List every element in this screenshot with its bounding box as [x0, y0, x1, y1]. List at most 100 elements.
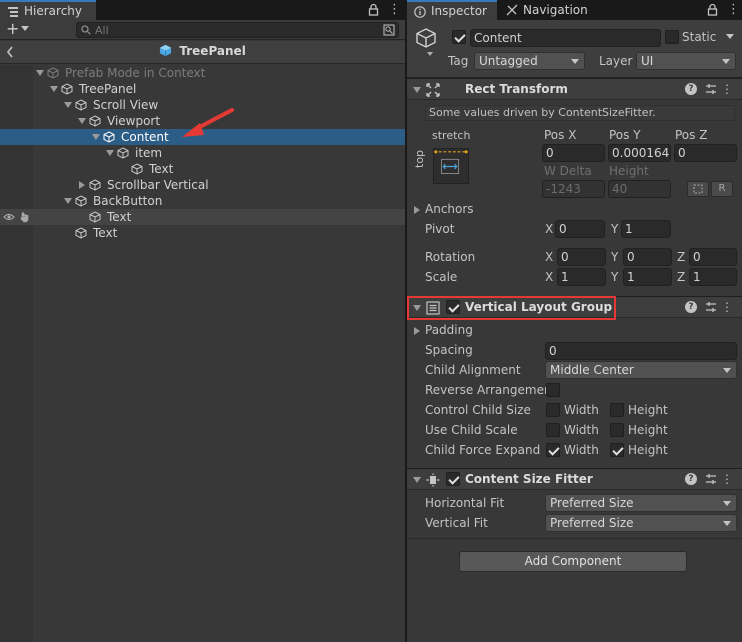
expand-arrow-icon[interactable]: [78, 118, 86, 124]
component-enabled-checkbox[interactable]: [446, 472, 460, 486]
hierarchy-row-backbutton-text[interactable]: Text: [0, 209, 405, 225]
presets-icon[interactable]: [705, 301, 717, 313]
gameobject-icon: [89, 211, 101, 223]
scale-z-field[interactable]: 1: [689, 268, 737, 286]
hierarchy-row-label: Content: [121, 130, 169, 144]
rotation-y-label: Y: [611, 250, 619, 264]
prefab-breadcrumb: TreePanel: [0, 41, 405, 64]
control-child-size-width-checkbox[interactable]: [546, 403, 560, 417]
scale-y-field[interactable]: 1: [623, 268, 672, 286]
static-checkbox[interactable]: [665, 30, 679, 44]
anchors-label[interactable]: Anchors: [425, 202, 474, 216]
expand-arrow-icon[interactable]: [64, 198, 72, 204]
expand-arrow-icon[interactable]: [92, 134, 100, 140]
fold-arrow-icon[interactable]: [413, 477, 421, 483]
use-child-scale-width-checkbox[interactable]: [546, 423, 560, 437]
hierarchy-row-backbutton[interactable]: BackButton: [0, 193, 405, 209]
gameobject-header: Content Static Tag Untagged Layer UI: [407, 20, 742, 78]
more-options-icon[interactable]: ⋮: [727, 2, 740, 17]
use-child-scale-label: Use Child Scale: [425, 423, 518, 437]
control-child-size-height-checkbox[interactable]: [610, 403, 624, 417]
layer-dropdown[interactable]: UI: [636, 52, 736, 70]
blueprint-mode-button[interactable]: [687, 181, 709, 197]
component-menu-icon[interactable]: ⋮: [721, 299, 733, 315]
raw-edit-button[interactable]: R: [711, 181, 733, 197]
anchors-fold-icon[interactable]: [414, 206, 420, 214]
anchor-presets-button[interactable]: [433, 148, 469, 184]
use-child-scale-height-label: Height: [628, 423, 668, 437]
help-icon[interactable]: ?: [685, 301, 697, 313]
use-child-scale-height-checkbox[interactable]: [610, 423, 624, 437]
lock-icon[interactable]: [368, 3, 379, 16]
add-object-dropdown-icon[interactable]: [21, 26, 29, 31]
tag-dropdown[interactable]: Untagged: [474, 52, 585, 70]
tab-inspector[interactable]: Inspector: [407, 0, 497, 20]
more-options-icon[interactable]: ⋮: [388, 2, 401, 17]
child-force-expand-height-checkbox[interactable]: [610, 443, 624, 457]
collapse-arrow-icon[interactable]: [79, 181, 85, 189]
presets-icon[interactable]: [705, 83, 717, 95]
hierarchy-row-root-text[interactable]: Text: [0, 225, 405, 241]
rotation-z-field[interactable]: 0: [689, 248, 737, 266]
components-divider: [407, 538, 742, 539]
rotation-x-field[interactable]: 0: [557, 248, 606, 266]
add-component-button[interactable]: Add Component: [459, 551, 687, 572]
visibility-eye-icon[interactable]: [3, 212, 15, 222]
vertical-fit-dropdown[interactable]: Preferred Size: [545, 514, 737, 532]
hierarchy-row-item-text[interactable]: Text: [0, 161, 405, 177]
w-delta-field[interactable]: -1243: [542, 180, 605, 198]
pickable-hand-icon[interactable]: [19, 211, 31, 223]
expand-arrow-icon[interactable]: [64, 102, 72, 108]
hierarchy-search-box[interactable]: [76, 22, 399, 38]
pos-z-field[interactable]: 0: [674, 144, 737, 162]
spacing-label: Spacing: [425, 343, 473, 357]
expand-arrow-icon[interactable]: [106, 150, 114, 156]
height-field[interactable]: 40: [608, 180, 671, 198]
search-scene-icon[interactable]: [383, 24, 395, 36]
expand-arrow-icon[interactable]: [50, 86, 58, 92]
tab-navigation[interactable]: Navigation: [499, 0, 599, 20]
horizontal-fit-dropdown[interactable]: Preferred Size: [545, 494, 737, 512]
component-menu-icon[interactable]: ⋮: [721, 81, 733, 97]
hierarchy-row-label: Scrollbar Vertical: [107, 178, 209, 192]
pivot-y-field[interactable]: 1: [621, 220, 671, 238]
content-size-fitter-header[interactable]: Content Size Fitter ? ⋮: [407, 468, 742, 490]
reverse-arrangement-checkbox[interactable]: [546, 383, 560, 397]
presets-icon[interactable]: [705, 473, 717, 485]
active-checkbox[interactable]: [452, 30, 466, 44]
pivot-x-field[interactable]: 0: [555, 220, 605, 238]
hierarchy-row-label: BackButton: [93, 194, 163, 208]
child-alignment-dropdown[interactable]: Middle Center: [545, 361, 737, 379]
help-icon[interactable]: ?: [685, 473, 697, 485]
expand-arrow-icon[interactable]: [36, 70, 44, 76]
component-menu-icon[interactable]: ⋮: [721, 471, 733, 487]
pos-x-field[interactable]: 0: [542, 144, 605, 162]
help-icon[interactable]: ?: [685, 83, 697, 95]
lock-icon[interactable]: [707, 3, 718, 16]
hierarchy-row-prefab-context[interactable]: Prefab Mode in Context: [0, 65, 405, 81]
gameobject-icon: [75, 99, 87, 111]
icon-dropdown-icon[interactable]: [427, 52, 433, 56]
hierarchy-row-treepanel[interactable]: TreePanel: [0, 81, 405, 97]
prefab-title-label: TreePanel: [179, 44, 246, 58]
pos-y-field[interactable]: 0.000164: [608, 144, 671, 162]
padding-fold-icon[interactable]: [414, 327, 420, 335]
padding-label[interactable]: Padding: [425, 323, 473, 337]
blueprint-icon: [693, 184, 703, 194]
gameobject-icon[interactable]: [414, 26, 438, 50]
tab-hierarchy[interactable]: Hierarchy: [0, 0, 96, 20]
add-object-button[interactable]: +: [6, 21, 19, 37]
hierarchy-row-item[interactable]: item: [0, 145, 405, 161]
rotation-y-field[interactable]: 0: [623, 248, 672, 266]
rect-transform-header[interactable]: Rect Transform ? ⋮: [407, 78, 742, 100]
pivot-label: Pivot: [425, 222, 455, 236]
search-input[interactable]: [95, 23, 375, 37]
object-name-field[interactable]: Content: [470, 29, 661, 47]
child-force-expand-width-checkbox[interactable]: [546, 443, 560, 457]
hierarchy-row-scrollbar-vertical[interactable]: Scrollbar Vertical: [0, 177, 405, 193]
hierarchy-toolbar: +: [0, 20, 405, 40]
fold-arrow-icon[interactable]: [413, 87, 421, 93]
static-dropdown-icon[interactable]: [726, 34, 734, 39]
scale-x-field[interactable]: 1: [557, 268, 606, 286]
spacing-field[interactable]: 0: [545, 342, 737, 360]
